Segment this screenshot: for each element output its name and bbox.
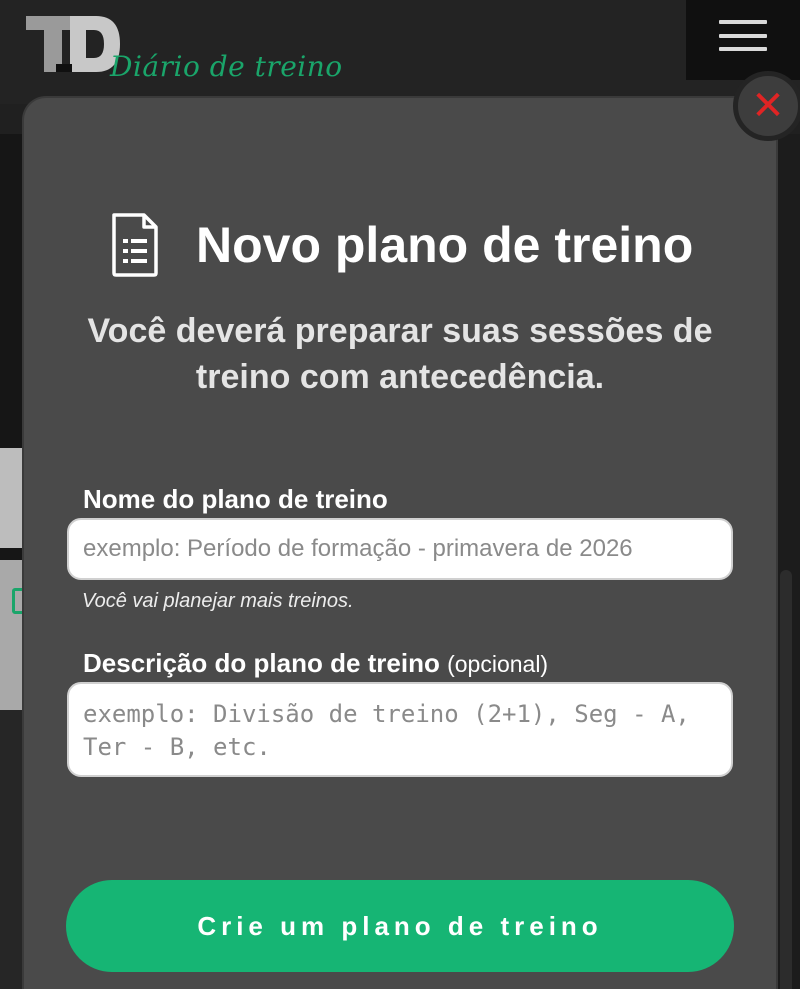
background-panel — [0, 710, 24, 989]
create-plan-button[interactable]: Crie um plano de treino — [66, 880, 734, 972]
modal-title: Novo plano de treino — [196, 217, 694, 273]
close-x-icon: ✕ — [751, 83, 785, 129]
hamburger-menu-icon — [719, 20, 767, 24]
plan-name-hint: Você vai planejar mais treinos. — [82, 590, 354, 612]
page-scrollbar[interactable] — [780, 570, 792, 989]
plan-name-label: Nome do plano de treino — [83, 484, 388, 514]
top-bar: Diário de treino — [0, 0, 800, 104]
document-list-icon — [112, 213, 158, 277]
plan-description-label-text: Descrição do plano de treino — [83, 648, 440, 678]
plan-description-textarea[interactable] — [67, 682, 733, 777]
optional-tag: (opcional) — [447, 651, 549, 677]
modal-header: Novo plano de treino — [110, 210, 693, 280]
menu-bar — [719, 34, 767, 38]
hamburger-menu-button[interactable] — [686, 0, 800, 80]
plan-description-label: Descrição do plano de treino (opcional) — [83, 648, 548, 679]
close-button[interactable]: ✕ — [733, 71, 800, 141]
plan-name-input[interactable] — [67, 518, 733, 580]
app-logo[interactable]: Diário de treino — [26, 14, 342, 94]
app-page: Diário de treino ✕ Novo plano de treino — [0, 0, 800, 989]
modal-subtitle: Você deverá preparar suas sessões de tre… — [87, 312, 713, 396]
menu-bar — [719, 47, 767, 51]
logo-subtitle: Diário de treino — [110, 50, 343, 83]
